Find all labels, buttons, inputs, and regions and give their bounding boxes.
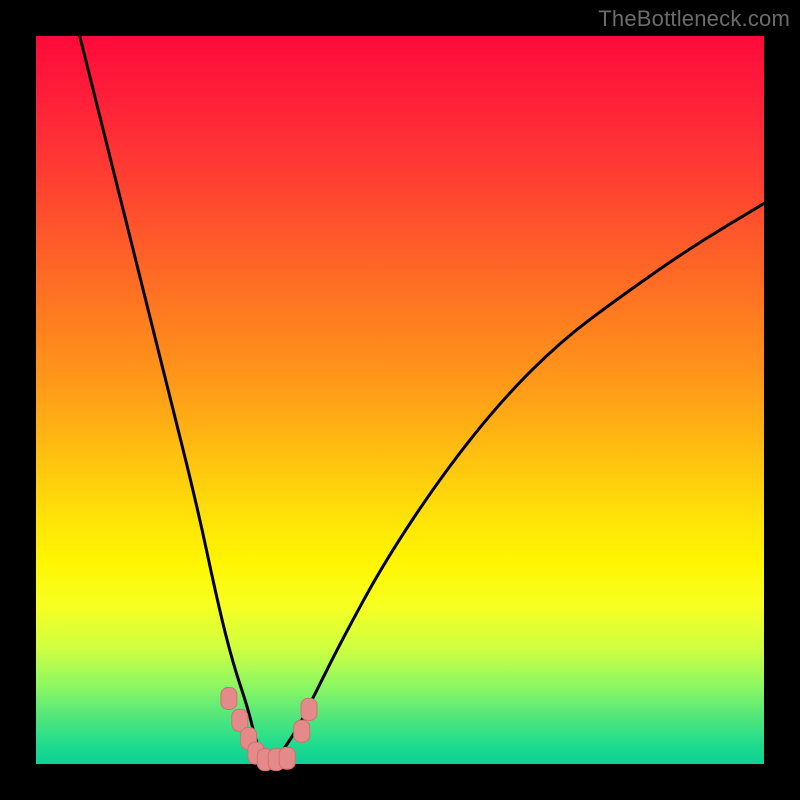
curve-marker (294, 720, 310, 742)
chart-frame: TheBottleneck.com (0, 0, 800, 800)
chart-svg (36, 36, 764, 764)
chart-plot-area (36, 36, 764, 764)
bottleneck-curve (80, 36, 764, 763)
watermark-text: TheBottleneck.com (598, 6, 790, 32)
curve-marker (221, 688, 237, 710)
curve-marker (301, 698, 317, 720)
curve-marker (279, 747, 295, 769)
marker-group (221, 688, 317, 771)
